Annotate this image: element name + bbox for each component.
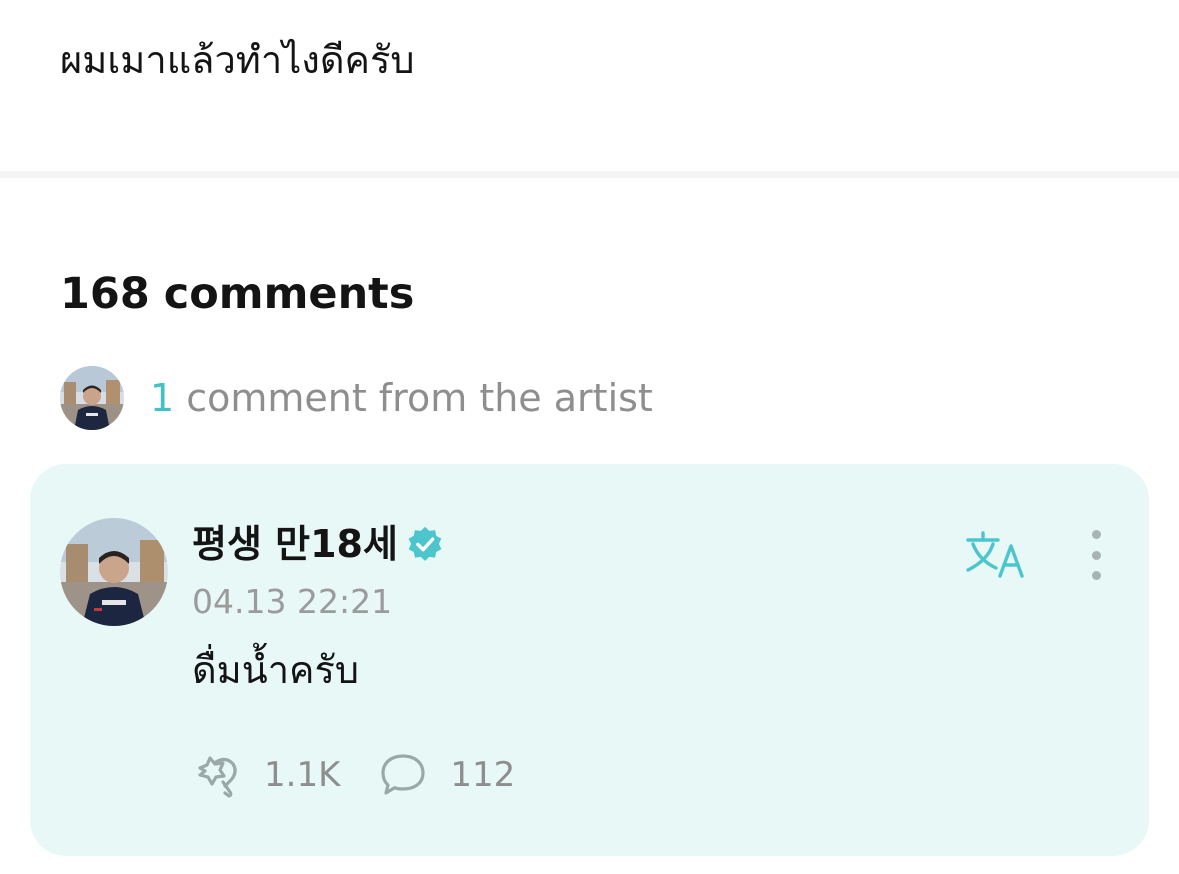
comments-count-heading: 168 comments	[60, 266, 414, 322]
comment-author-avatar[interactable]	[60, 518, 168, 626]
comment-author-name[interactable]: 평생 만18세	[192, 518, 398, 570]
like-count: 1.1K	[264, 755, 341, 795]
comment-body: ดื่มน้ำครับ	[192, 648, 359, 692]
like-button[interactable]: 1.1K	[192, 752, 340, 798]
translate-button[interactable]	[964, 530, 1028, 578]
comment-actions: 1.1K 112	[192, 750, 515, 800]
section-divider	[0, 171, 1179, 178]
post-text: ผมเมาแล้วทำไงดีครับ	[60, 38, 415, 82]
more-options-button[interactable]	[1080, 530, 1112, 580]
comments-count-number: 168	[60, 269, 150, 319]
artist-comments-label: 1 comment from the artist	[150, 374, 653, 422]
comment-author-row: 평생 만18세	[192, 518, 444, 570]
artist-comments-text: comment from the artist	[186, 376, 653, 420]
translate-icon	[966, 531, 1024, 578]
artist-comments-count: 1	[150, 376, 175, 420]
reply-button[interactable]: 112	[378, 752, 515, 798]
comment-bubble-icon	[381, 754, 425, 795]
artist-comments-row[interactable]: 1 comment from the artist	[60, 366, 653, 430]
comments-count-label: comments	[163, 269, 415, 319]
reply-count: 112	[450, 755, 516, 795]
more-vertical-icon	[1091, 530, 1101, 539]
artist-comment-card: 평생 만18세 04.13 22:21 ดื่มน้ำครับ 1.1K 112	[30, 464, 1149, 856]
artist-avatar-small	[60, 366, 124, 430]
verified-badge-icon	[408, 526, 442, 561]
like-icon	[198, 756, 237, 798]
comment-timestamp: 04.13 22:21	[192, 582, 393, 621]
